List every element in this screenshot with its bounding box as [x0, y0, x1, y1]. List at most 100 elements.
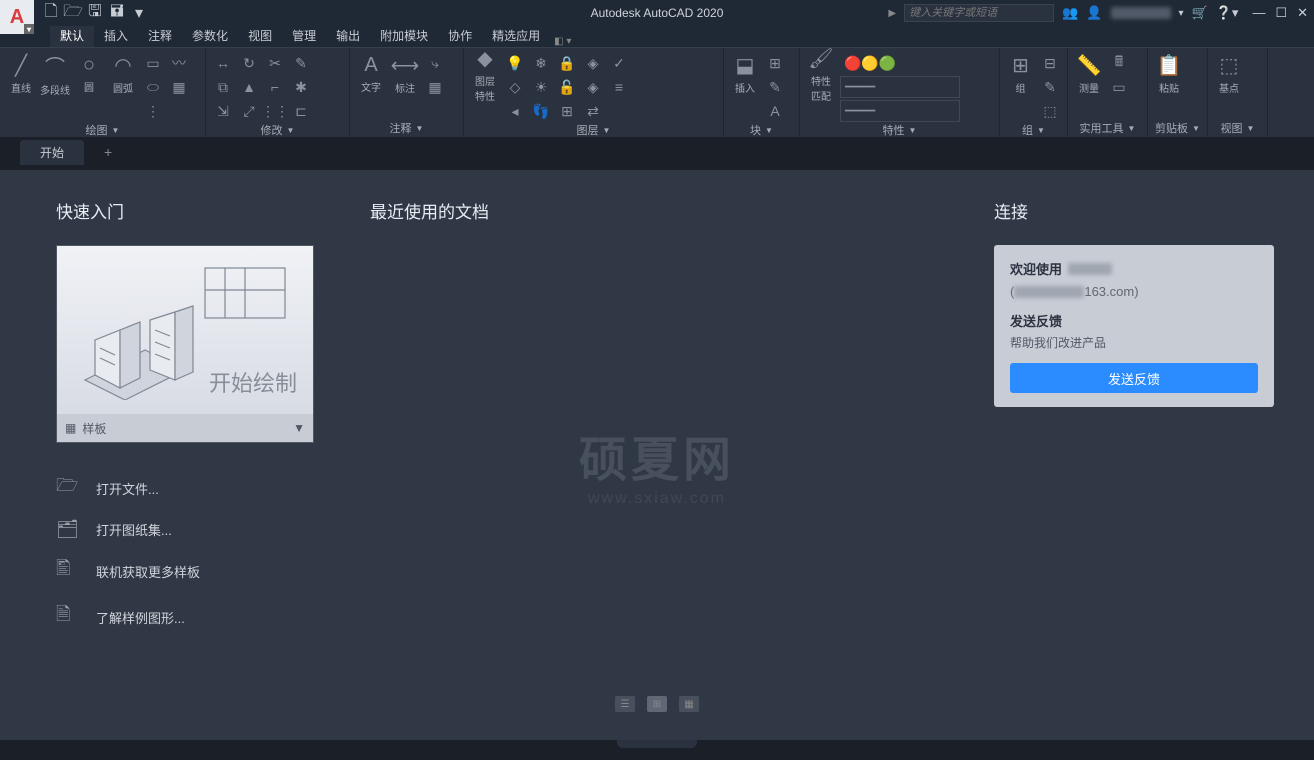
layer-lock-icon[interactable]: 🔒	[556, 52, 578, 74]
tool-trim-icon[interactable]: ✂	[264, 52, 286, 74]
infocenter-icon[interactable]: 👥	[1062, 5, 1078, 21]
close-button[interactable]: ✕	[1297, 5, 1308, 21]
tab-output[interactable]: 输出	[326, 24, 370, 47]
new-icon[interactable]: 🗋	[42, 4, 60, 22]
tool-explode-icon[interactable]: ✱	[290, 76, 312, 98]
tool-move-icon[interactable]: ↔	[212, 52, 234, 74]
template-dropdown[interactable]: ▦样板 ▼	[57, 414, 313, 442]
block-create-icon[interactable]: ⊞	[764, 52, 786, 74]
panel-util-title[interactable]: 实用工具▼	[1074, 119, 1141, 137]
sample-drawings-link[interactable]: 🗎了解样例图形...	[56, 594, 360, 640]
tool-stretch-icon[interactable]: ⇲	[212, 100, 234, 122]
tool-erase-icon[interactable]: ✎	[290, 52, 312, 74]
layer-make-icon[interactable]: ✓	[608, 52, 630, 74]
open-icon[interactable]: 🗁	[64, 4, 82, 22]
panel-draw-title[interactable]: 绘图▼	[6, 122, 199, 138]
group-edit-icon[interactable]: ✎	[1039, 76, 1061, 98]
tool-line[interactable]: ╱直线	[6, 52, 36, 96]
qat-dropdown-icon[interactable]: ▾	[130, 4, 148, 22]
group-select-icon[interactable]: ⬚	[1039, 100, 1061, 122]
tool-hatch-icon[interactable]: ▦	[168, 76, 190, 98]
exchange-icon[interactable]: 🛒	[1192, 5, 1208, 21]
tool-paste[interactable]: 📋粘贴	[1154, 52, 1184, 96]
start-drawing-card[interactable]: 开始绘制 ▦样板 ▼	[56, 245, 314, 443]
tool-point-icon[interactable]: ⋮	[142, 100, 164, 122]
layer-on-icon[interactable]: 💡	[504, 52, 526, 74]
tab-parametric[interactable]: 参数化	[182, 24, 238, 47]
tool-base[interactable]: ⬚基点	[1214, 52, 1244, 96]
panel-view-title[interactable]: 视图▼	[1214, 119, 1261, 137]
layer-match-icon[interactable]: ≡	[608, 76, 630, 98]
view-list-icon[interactable]: ☰	[615, 696, 635, 712]
search-input[interactable]	[904, 4, 1054, 22]
ungroup-icon[interactable]: ⊟	[1039, 52, 1061, 74]
tool-rotate-icon[interactable]: ↻	[238, 52, 260, 74]
tool-leader-icon[interactable]: ⤷	[424, 52, 446, 74]
open-file-link[interactable]: 🗁打开文件...	[56, 465, 360, 511]
select-icon[interactable]: ▭	[1108, 76, 1130, 98]
minimize-button[interactable]: —	[1252, 5, 1265, 21]
panel-block-title[interactable]: 块▼	[730, 122, 793, 138]
tool-match-props[interactable]: 🖌特性 匹配	[806, 52, 836, 96]
panel-annotate-title[interactable]: 注释▼	[356, 119, 457, 137]
tab-collab[interactable]: 协作	[438, 24, 482, 47]
block-edit-icon[interactable]: ✎	[764, 76, 786, 98]
tab-addins[interactable]: 附加模块	[370, 24, 438, 47]
block-attr-icon[interactable]: A	[764, 100, 786, 122]
save-icon[interactable]: 🖫	[86, 4, 104, 22]
tool-mirror-icon[interactable]: ▲	[238, 76, 260, 98]
maximize-button[interactable]: ☐	[1275, 5, 1287, 21]
tab-view[interactable]: 视图	[238, 24, 282, 47]
status-handle-icon[interactable]	[617, 740, 697, 748]
tool-measure[interactable]: 📏测量	[1074, 52, 1104, 96]
panel-clip-title[interactable]: 剪贴板▼	[1154, 119, 1201, 137]
layer-state-icon[interactable]: ⊞	[556, 100, 578, 122]
tool-spline-icon[interactable]: 〰	[168, 52, 190, 74]
tool-circle[interactable]: ○圆	[74, 52, 104, 96]
send-feedback-button[interactable]: 发送反馈	[1010, 363, 1258, 393]
calc-icon[interactable]: 🖩	[1108, 52, 1130, 74]
tool-offset-icon[interactable]: ⊏	[290, 100, 312, 122]
user-dropdown-icon[interactable]: ▾	[1179, 8, 1184, 19]
tab-insert[interactable]: 插入	[94, 24, 138, 47]
panel-props-title[interactable]: 特性▼	[806, 122, 993, 138]
tool-text[interactable]: A文字	[356, 52, 386, 96]
tab-featured[interactable]: 精选应用	[482, 24, 550, 47]
tab-default[interactable]: 默认	[50, 24, 94, 47]
view-grid-icon[interactable]: ▦	[679, 696, 699, 712]
tab-start[interactable]: 开始	[20, 140, 84, 165]
tool-polyline[interactable]: ⌒多段线	[40, 52, 70, 96]
tool-dim[interactable]: ⟷标注	[390, 52, 420, 96]
tool-table-icon[interactable]: ▦	[424, 76, 446, 98]
layer-iso-icon[interactable]: ◈	[582, 52, 604, 74]
tool-layer-props[interactable]: ◆图层 特性	[470, 52, 500, 96]
layer-off-icon[interactable]: ◇	[504, 76, 526, 98]
tool-array-icon[interactable]: ⋮⋮	[264, 100, 286, 122]
tab-manage[interactable]: 管理	[282, 24, 326, 47]
help-icon[interactable]: ❔▾	[1216, 5, 1239, 21]
layer-freeze-icon[interactable]: ❄	[530, 52, 552, 74]
lineweight-dropdown[interactable]: ━━━━━	[840, 100, 960, 122]
tool-ellipse-icon[interactable]: ⬭	[142, 76, 164, 98]
panel-group-title[interactable]: 组▼	[1006, 122, 1061, 138]
tab-annotate[interactable]: 注释	[138, 24, 182, 47]
view-detail-icon[interactable]: ⊞	[647, 696, 667, 712]
layer-thaw-icon[interactable]: ☀	[530, 76, 552, 98]
tool-insert[interactable]: ⬓插入	[730, 52, 760, 96]
panel-layer-title[interactable]: 图层▼	[470, 122, 717, 138]
panel-modify-title[interactable]: 修改▼	[212, 122, 343, 138]
saveas-icon[interactable]: 🖬	[108, 4, 126, 22]
app-menu-button[interactable]: A	[0, 0, 34, 34]
layer-walk-icon[interactable]: 👣	[530, 100, 552, 122]
tool-copy-icon[interactable]: ⧉	[212, 76, 234, 98]
more-templates-link[interactable]: 🖺联机获取更多样板	[56, 548, 360, 594]
linetype-dropdown[interactable]: ━━━━━	[840, 76, 960, 98]
tool-group[interactable]: ⊞组	[1006, 52, 1035, 96]
tool-arc[interactable]: ◠圆弧	[108, 52, 138, 96]
user-icon[interactable]: 👤	[1086, 5, 1102, 21]
tool-fillet-icon[interactable]: ⌐	[264, 76, 286, 98]
tool-scale-icon[interactable]: ⤢	[238, 100, 260, 122]
tool-rect-icon[interactable]: ▭	[142, 52, 164, 74]
color-picker-icon[interactable]: 🔴🟡🟢	[840, 52, 900, 74]
tab-extra-icon[interactable]: ◧ ▾	[554, 36, 571, 47]
